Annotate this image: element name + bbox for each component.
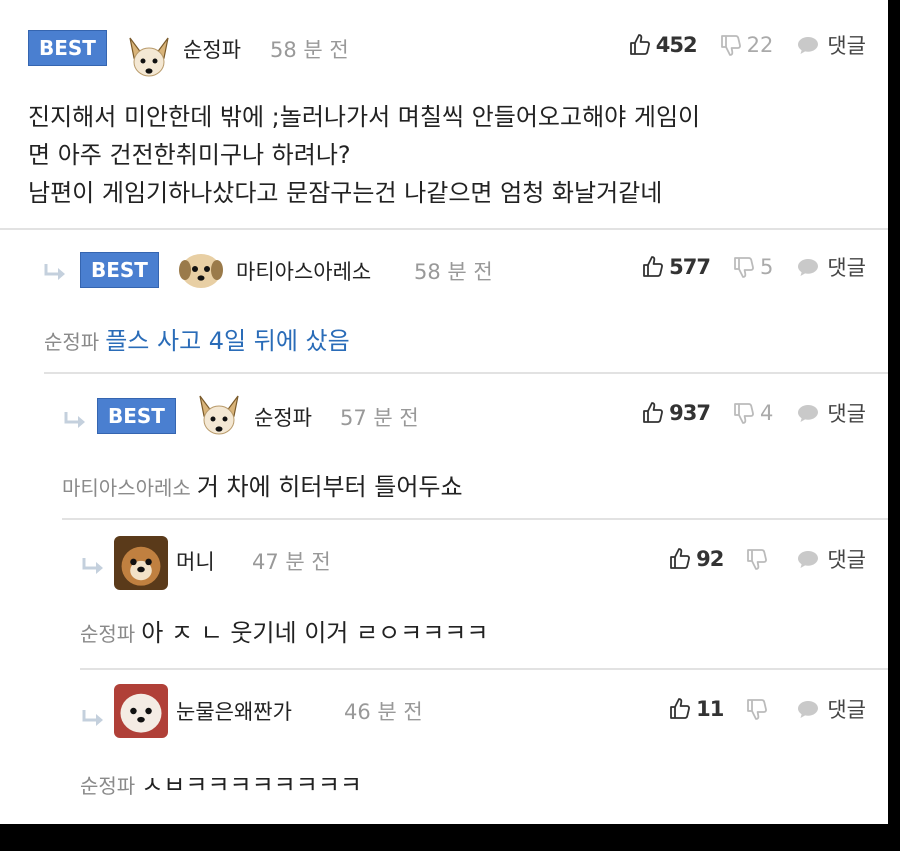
comment-text: 순정파 플스 사고 4일 뒤에 샀음 bbox=[44, 322, 350, 361]
reply-button[interactable]: 댓글 bbox=[795, 252, 866, 282]
author-name[interactable]: 순정파 bbox=[183, 34, 241, 64]
divider bbox=[0, 228, 888, 230]
avatar[interactable] bbox=[194, 392, 244, 442]
like-button[interactable]: 937 bbox=[641, 401, 711, 425]
dislike-count: 22 bbox=[746, 33, 774, 57]
reply-label: 댓글 bbox=[827, 256, 866, 280]
thumbs-up-icon bbox=[668, 697, 692, 721]
thumbs-down-icon bbox=[745, 697, 769, 721]
comment-actions: 577 5 댓글 bbox=[619, 252, 866, 282]
timestamp: 58 분 전 bbox=[414, 260, 493, 284]
speech-bubble-icon bbox=[795, 33, 821, 57]
divider bbox=[80, 668, 888, 670]
author-name[interactable]: 머니 bbox=[176, 546, 215, 576]
thumbs-up-icon bbox=[641, 255, 665, 279]
dislike-button[interactable] bbox=[745, 547, 773, 571]
timestamp: 47 분 전 bbox=[252, 550, 331, 574]
timestamp: 58 분 전 bbox=[270, 38, 349, 62]
mention[interactable]: 순정파 bbox=[80, 774, 135, 798]
mention[interactable]: 순정파 bbox=[44, 330, 99, 354]
reply-arrow-icon bbox=[80, 708, 108, 730]
best-badge: BEST bbox=[80, 252, 159, 288]
reply-label: 댓글 bbox=[827, 548, 866, 572]
comment-actions: 452 22 댓글 bbox=[606, 30, 866, 60]
comment-actions: 92 댓글 bbox=[646, 544, 866, 574]
comment-item: BEST 순정파 58 분 전 452 22 댓글 진지해서 미안한데 밖에 ;… bbox=[0, 12, 888, 227]
reply-arrow-icon bbox=[80, 556, 108, 578]
dislike-button[interactable]: 4 bbox=[732, 401, 773, 425]
author-name[interactable]: 순정파 bbox=[254, 402, 312, 432]
thumbs-down-icon bbox=[719, 33, 743, 57]
timestamp: 57 분 전 bbox=[340, 406, 419, 430]
like-button[interactable]: 577 bbox=[641, 255, 711, 279]
best-badge: BEST bbox=[97, 398, 176, 434]
speech-bubble-icon bbox=[795, 401, 821, 425]
author-name[interactable]: 마티아스아레소 bbox=[236, 256, 371, 286]
reply-label: 댓글 bbox=[827, 402, 866, 426]
comment-text: 순정파 아 ㅈ ㄴ 웃기네 이거 ㄹㅇㅋㅋㅋㅋ bbox=[80, 614, 488, 653]
reply-item: BEST 마티아스아레소 58 분 전 577 5 댓글 순정파 플스 사고 4일… bbox=[0, 232, 888, 372]
dislike-count: 5 bbox=[759, 255, 774, 279]
comment-actions: 937 4 댓글 bbox=[619, 398, 866, 428]
thumbs-down-icon bbox=[732, 255, 756, 279]
like-count: 577 bbox=[669, 255, 711, 279]
comment-line: 면 아주 건전한취미구나 하려나? bbox=[28, 141, 351, 169]
reply-button[interactable]: 댓글 bbox=[795, 30, 866, 60]
comment-line: 진지해서 미안한데 밖에 ;놀러나가서 며칠씩 안들어오고해야 게임이 bbox=[28, 103, 701, 131]
author-name[interactable]: 눈물은왜짠가 bbox=[176, 696, 292, 726]
comment-actions: 11 댓글 bbox=[646, 694, 866, 724]
reply-label: 댓글 bbox=[827, 698, 866, 722]
thumbs-up-icon bbox=[641, 401, 665, 425]
like-count: 937 bbox=[669, 401, 711, 425]
reply-item: BEST 순정파 57 분 전 937 4 댓글 마티아스아레소 거 차에 히터부… bbox=[0, 376, 888, 516]
reply-item: 머니 47 분 전 92 댓글 순정파 아 ㅈ ㄴ 웃기네 이거 ㄹㅇㅋㅋㅋㅋ bbox=[0, 522, 888, 662]
like-button[interactable]: 11 bbox=[668, 697, 724, 721]
avatar[interactable] bbox=[114, 536, 168, 590]
best-badge: BEST bbox=[28, 30, 107, 66]
dislike-button[interactable]: 22 bbox=[719, 33, 774, 57]
comment-body: 플스 사고 4일 뒤에 샀음 bbox=[105, 327, 350, 355]
thumbs-down-icon bbox=[745, 547, 769, 571]
mention[interactable]: 순정파 bbox=[80, 622, 135, 646]
comment-body: 거 차에 히터부터 틀어두쇼 bbox=[196, 473, 463, 501]
reply-item: 눈물은왜짠가 46 분 전 11 댓글 순정파 ㅅㅂㅋㅋㅋㅋㅋㅋㅋㅋ bbox=[0, 672, 888, 822]
thumbs-up-icon bbox=[668, 547, 692, 571]
mention[interactable]: 마티아스아레소 bbox=[62, 476, 191, 500]
reply-arrow-icon bbox=[42, 262, 70, 284]
reply-button[interactable]: 댓글 bbox=[795, 694, 866, 724]
reply-button[interactable]: 댓글 bbox=[795, 544, 866, 574]
dislike-button[interactable]: 5 bbox=[732, 255, 773, 279]
speech-bubble-icon bbox=[795, 697, 821, 721]
like-count: 452 bbox=[655, 33, 698, 57]
like-count: 92 bbox=[696, 547, 724, 571]
speech-bubble-icon bbox=[795, 547, 821, 571]
avatar[interactable] bbox=[124, 34, 174, 84]
avatar[interactable] bbox=[114, 684, 168, 738]
like-count: 11 bbox=[696, 697, 724, 721]
like-button[interactable]: 92 bbox=[668, 547, 724, 571]
reply-button[interactable]: 댓글 bbox=[795, 398, 866, 428]
thumbs-up-icon bbox=[628, 33, 652, 57]
reply-label: 댓글 bbox=[827, 34, 866, 58]
comment-text: 순정파 ㅅㅂㅋㅋㅋㅋㅋㅋㅋㅋ bbox=[80, 766, 362, 805]
reply-arrow-icon bbox=[62, 410, 90, 432]
like-button[interactable]: 452 bbox=[628, 33, 698, 57]
comment-body: ㅅㅂㅋㅋㅋㅋㅋㅋㅋㅋ bbox=[141, 771, 363, 799]
comment-line: 남편이 게임기하나샀다고 문잠구는건 나같으면 엄청 화날거같네 bbox=[28, 179, 663, 207]
dislike-button[interactable] bbox=[745, 697, 773, 721]
divider bbox=[62, 518, 888, 520]
divider bbox=[44, 372, 888, 374]
dislike-count: 4 bbox=[759, 401, 774, 425]
comment-thread: BEST 순정파 58 분 전 452 22 댓글 진지해서 미안한데 밖에 ;… bbox=[0, 0, 888, 824]
avatar[interactable] bbox=[176, 246, 226, 296]
timestamp: 46 분 전 bbox=[344, 700, 423, 724]
thumbs-down-icon bbox=[732, 401, 756, 425]
speech-bubble-icon bbox=[795, 255, 821, 279]
comment-text: 진지해서 미안한데 밖에 ;놀러나가서 며칠씩 안들어오고해야 게임이 면 아주… bbox=[28, 98, 700, 212]
comment-body: 아 ㅈ ㄴ 웃기네 이거 ㄹㅇㅋㅋㅋㅋ bbox=[141, 619, 489, 647]
comment-text: 마티아스아레소 거 차에 히터부터 틀어두쇼 bbox=[62, 468, 463, 507]
